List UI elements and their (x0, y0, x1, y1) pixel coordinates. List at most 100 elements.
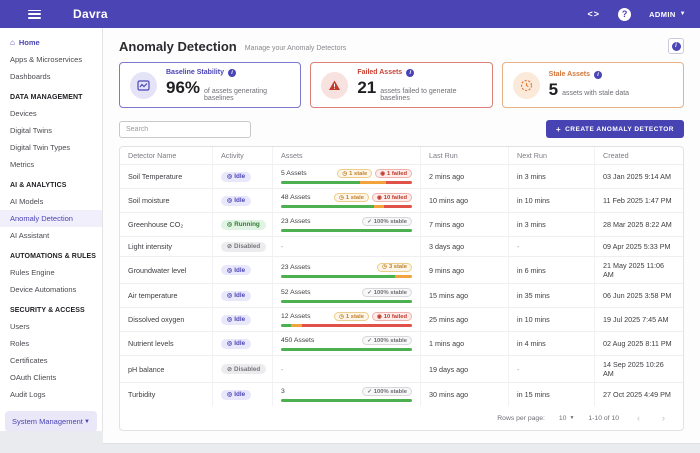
sidebar-item-home[interactable]: ⌂ Home (0, 34, 102, 51)
detector-name-cell: Soil moisture (128, 196, 170, 205)
help-icon[interactable]: ? (618, 7, 632, 21)
table-row-nutrient-levels[interactable]: Nutrient levels ◎ Idle 450 Assets ✓ 100% stab… (120, 332, 683, 356)
column-header-detector-name: Detector Name (128, 151, 177, 160)
sidebar-item-system-management[interactable]: System Management ▼ (5, 411, 97, 431)
activity-cell: ⊘ Disabled (212, 237, 272, 256)
column-header-next-run: Next Run (508, 147, 594, 164)
assets-summary: 12 Assets ◷ 1 stale ◉ 10 failed (281, 312, 412, 321)
page-subtitle: Manage your Anomaly Detectors (244, 44, 347, 52)
table-row-soil-temperature[interactable]: Soil Temperature ◎ Idle 5 Assets ◷ 1 stale ◉ 1 … (120, 165, 683, 189)
last-run-cell: 7 mins ago (420, 213, 508, 236)
card-description: of assets generating baselines (204, 87, 268, 102)
sidebar-item-dashboards[interactable]: Dashboards (0, 68, 102, 85)
page-info-button[interactable]: i (668, 38, 684, 54)
table-row-air-temperature[interactable]: Air temperature ◎ Idle 52 Assets ✓ 100% stabl… (120, 284, 683, 308)
plus-icon: + (555, 124, 562, 134)
bar-segment-stale (394, 274, 412, 278)
activity-cell: ◎ Idle (212, 165, 272, 188)
activity-label: Idle (234, 266, 246, 274)
create-anomaly-detector-button[interactable]: + CREATE ANOMALY DETECTOR (545, 120, 684, 138)
asset-status-badges: ◷ 1 stale ◉ 10 failed (334, 312, 412, 321)
rows-per-page-select[interactable]: 10 ▼ (559, 415, 575, 422)
next-run-cell: in 3 mins (508, 213, 594, 236)
app-window: Davra <> ? ADMIN ▼ ⌂ Home Apps & Microserv… (0, 0, 700, 453)
sidebar-item-label: Digital Twins (10, 126, 52, 135)
davra-logo[interactable]: Davra (73, 7, 108, 21)
status-circle-icon: ◎ (227, 222, 233, 228)
table-row-dissolved-oxygen[interactable]: Dissolved oxygen ◎ Idle 12 Assets ◷ 1 stale ◉ 1… (120, 308, 683, 332)
detector-name-cell: Air temperature (128, 291, 178, 300)
sidebar-item-certificates[interactable]: Certificates (0, 352, 102, 369)
status-circle-icon: ◎ (227, 341, 233, 347)
assets-count-label: 450 Assets (281, 337, 315, 344)
asset-health-bar (281, 274, 412, 278)
failed-badge: ◉ 1 failed (375, 169, 412, 178)
search-input[interactable] (119, 120, 251, 138)
badge-label: 100% stable (373, 218, 407, 225)
sidebar-item-label: Dashboards (10, 72, 51, 81)
stable-badge: ✓ 100% stable (362, 336, 412, 345)
assets-count-label: 52 Assets (281, 289, 311, 296)
last-run-cell: 25 mins ago (420, 308, 508, 331)
activity-cell: ◎ Idle (212, 308, 272, 331)
card-description: assets with stale data (562, 89, 630, 97)
sidebar-item-metrics[interactable]: Metrics (0, 156, 102, 173)
sidebar-item-label: Digital Twin Types (10, 143, 71, 152)
sidebar-nav: ⌂ Home Apps & Microservices Dashboards DATA … (0, 28, 103, 431)
bar-segment-stable (281, 324, 292, 327)
table-row-light-intensity[interactable]: Light intensity ⊘ Disabled -3 days ago -09 A… (120, 237, 683, 257)
sidebar-item-device-automations[interactable]: Device Automations (0, 281, 102, 298)
table-row-turbidity[interactable]: Turbidity ◎ Idle 3 ✓ 100% stable 30 mins ago in… (120, 383, 683, 406)
info-icon[interactable]: i (406, 68, 415, 77)
card-value: 96% (166, 77, 201, 97)
info-icon[interactable]: i (594, 70, 603, 79)
sidebar-item-label: AI Assistant (10, 231, 50, 240)
created-cell: 06 Jun 2025 3:58 PM (594, 284, 683, 307)
sidebar-item-anomaly-detection[interactable]: Anomaly Detection (0, 210, 102, 227)
user-menu[interactable]: ADMIN ▼ (649, 10, 686, 19)
sidebar-item-users[interactable]: Users (0, 318, 102, 335)
activity-label: Idle (234, 316, 246, 323)
sidebar-item-label: Rules Engine (10, 268, 55, 277)
table-row-groundwater-level[interactable]: Groundwater level ◎ Idle 23 Assets ◷ 3 stale 9… (120, 257, 683, 284)
status-circle-icon: ◎ (227, 317, 233, 323)
sidebar-item-rules-engine[interactable]: Rules Engine (0, 264, 102, 281)
sidebar-item-ai-models[interactable]: AI Models (0, 193, 102, 210)
sidebar-item-audit-logs[interactable]: Audit Logs (0, 386, 102, 403)
asset-status-badges: ✓ 100% stable (362, 336, 412, 345)
badge-label: 100% stable (373, 289, 407, 296)
table-row-ph-balance[interactable]: pH balance ⊘ Disabled -19 days ago -14 Sep 2… (120, 356, 683, 383)
table-row-soil-moisture[interactable]: Soil moisture ◎ Idle 48 Assets ◷ 1 stale ◉ 10 f… (120, 189, 683, 213)
badge-label: 10 failed (383, 194, 407, 201)
sidebar-item-digital-twins[interactable]: Digital Twins (0, 122, 102, 139)
card-description: assets failed to generate baselines (380, 87, 457, 102)
next-page-icon[interactable]: › (658, 413, 669, 423)
created-cell: 19 Jul 2025 7:45 AM (594, 308, 683, 331)
sidebar-item-label: Apps & Microservices (10, 55, 83, 64)
activity-badge: ◎ Idle (221, 389, 252, 400)
bar-segment-stable (281, 205, 374, 208)
asset-status-badges: ✓ 100% stable (362, 217, 412, 226)
asset-status-badges: ◷ 3 stale (377, 262, 412, 272)
sidebar-section-automations-rules: AUTOMATIONS & RULES (10, 253, 97, 260)
detector-name-cell: Turbidity (128, 390, 156, 399)
assets-cell: 52 Assets ✓ 100% stable (272, 284, 420, 307)
chevron-down-icon: ▼ (569, 415, 575, 421)
badge-label: 1 failed (387, 170, 407, 177)
sidebar-item-oauth-clients[interactable]: OAuth Clients (0, 369, 102, 386)
sidebar-item-apps-microservices[interactable]: Apps & Microservices (0, 51, 102, 68)
activity-label: Idle (234, 292, 246, 299)
sidebar-item-devices[interactable]: Devices (0, 105, 102, 122)
previous-page-icon[interactable]: ‹ (633, 413, 644, 423)
sidebar-item-digital-twin-types[interactable]: Digital Twin Types (0, 139, 102, 156)
stable-badge: ✓ 100% stable (362, 217, 412, 226)
table-row-greenhouse-co[interactable]: Greenhouse CO₂ ◎ Running 23 Assets ✓ 100% sta… (120, 213, 683, 237)
sidebar-item-ai-assistant[interactable]: AI Assistant (0, 227, 102, 244)
next-run-cell: in 35 mins (508, 284, 594, 307)
created-cell: 14 Sep 2025 10:26 AM (594, 356, 683, 382)
stale-badge: ◷ 1 stale (334, 312, 369, 321)
sidebar-item-roles[interactable]: Roles (0, 335, 102, 352)
info-icon[interactable]: i (227, 68, 236, 77)
hamburger-menu-icon[interactable] (28, 9, 41, 19)
code-icon[interactable]: <> (588, 9, 601, 19)
